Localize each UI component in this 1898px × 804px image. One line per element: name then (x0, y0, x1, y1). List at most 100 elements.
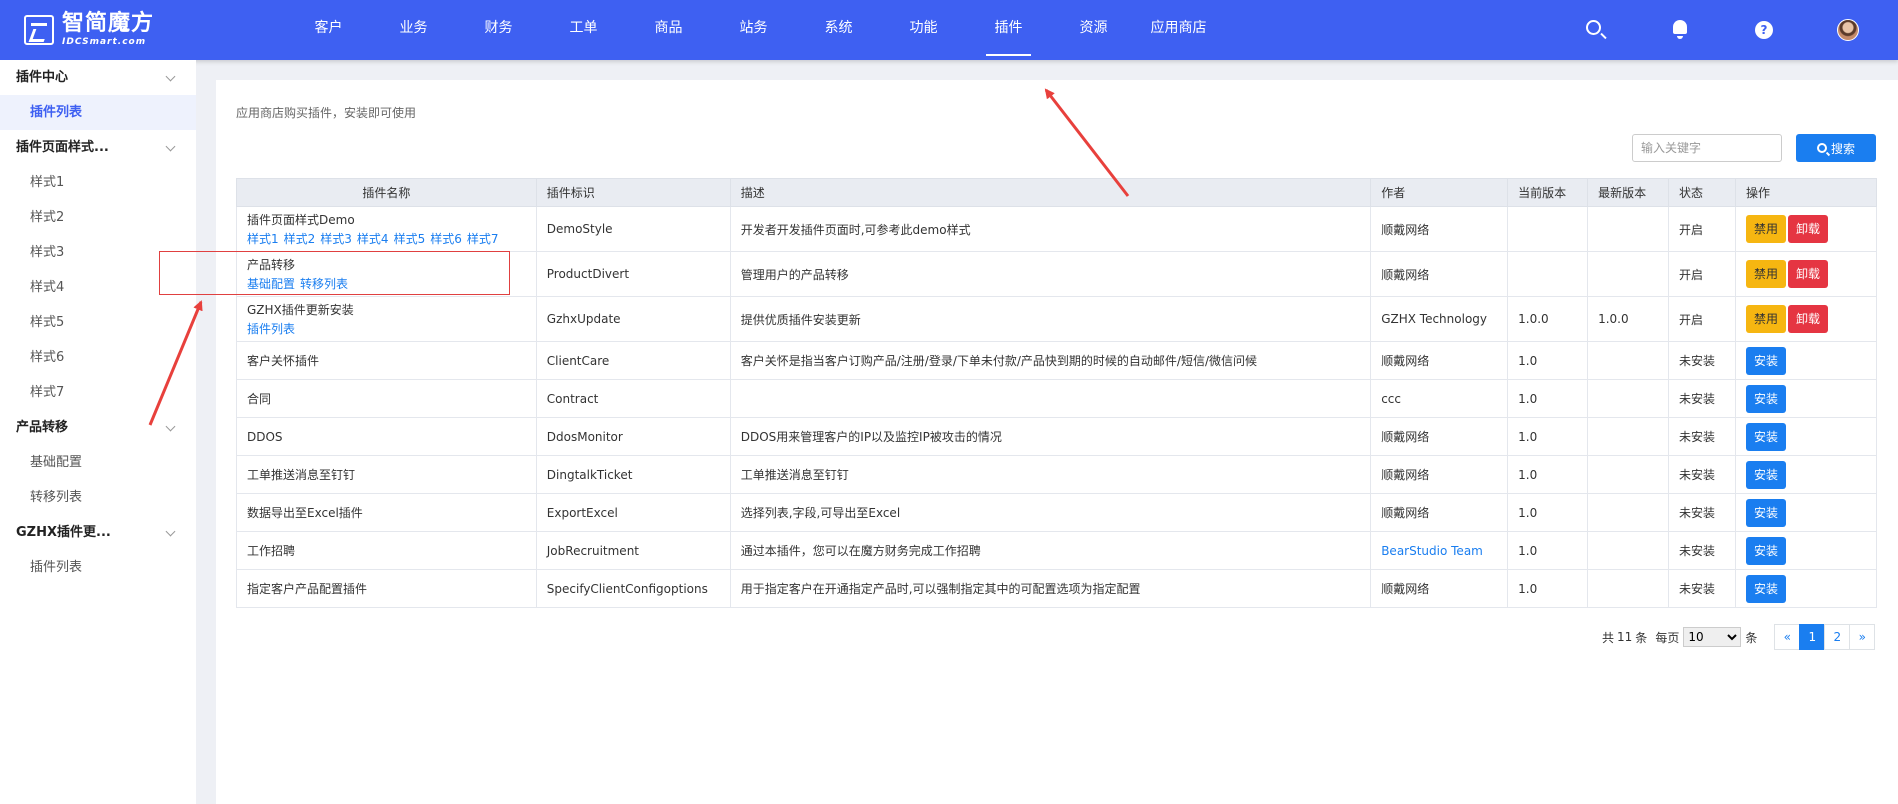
install-button[interactable]: 安装 (1746, 498, 1787, 527)
cell-author[interactable]: BearStudio Team (1370, 531, 1509, 570)
nav-item-5[interactable]: 站务 (711, 0, 796, 60)
sidebar-group[interactable]: 产品转移 (0, 410, 196, 445)
next-page-button[interactable]: » (1849, 624, 1876, 650)
cell-desc: DDOS用来管理客户的IP以及监控IP被攻击的情况 (729, 417, 1372, 456)
plugin-link[interactable]: 插件列表 (247, 322, 295, 336)
nav-item-0[interactable]: 客户 (286, 0, 371, 60)
plugin-link[interactable]: 样式7 (467, 232, 499, 246)
sidebar-item[interactable]: 基础配置 (0, 445, 196, 480)
cell-current-version (1507, 206, 1589, 252)
search-button-label: 搜索 (1830, 141, 1855, 156)
page-1-button[interactable]: 1 (1799, 624, 1826, 650)
install-button[interactable]: 安装 (1746, 346, 1787, 375)
main-nav: 客户 业务 财务 工单 商品 站务 系统 功能 插件 资源 应用商店 (286, 0, 1221, 60)
sidebar-group[interactable]: 插件中心 (0, 60, 196, 95)
nav-item-2[interactable]: 财务 (456, 0, 541, 60)
cell-author: 顺戴网络 (1370, 569, 1509, 608)
nav-item-6[interactable]: 系统 (796, 0, 881, 60)
cell-name: 数据导出至Excel插件 (236, 493, 537, 532)
nav-item-8[interactable]: 插件 (966, 0, 1051, 60)
disable-button[interactable]: 禁用 (1746, 305, 1787, 333)
nav-item-3[interactable]: 工单 (541, 0, 626, 60)
plugin-name: 合同 (247, 392, 272, 406)
cell-status: 未安装 (1668, 569, 1736, 608)
sidebar-group-label: 插件页面样式... (16, 140, 109, 155)
sidebar-item[interactable]: 样式2 (0, 200, 196, 235)
cell-name: DDOS (236, 417, 537, 456)
nav-item-9[interactable]: 资源 (1051, 0, 1136, 60)
plugin-link[interactable]: 样式6 (430, 232, 462, 246)
per-page-select[interactable]: 10 (1683, 627, 1742, 647)
bell-icon[interactable] (1666, 16, 1694, 44)
search-button[interactable]: 搜索 (1796, 134, 1876, 162)
cell-actions: 安装 (1735, 417, 1877, 456)
cell-actions: 禁用 卸载 (1735, 206, 1877, 252)
uninstall-button[interactable]: 卸载 (1788, 305, 1829, 333)
install-button[interactable]: 安装 (1746, 574, 1787, 603)
install-button[interactable]: 安装 (1746, 384, 1787, 413)
install-button[interactable]: 安装 (1746, 422, 1787, 451)
search-icon[interactable] (1582, 16, 1610, 44)
search-input[interactable] (1632, 134, 1782, 162)
cell-id: ClientCare (535, 341, 731, 380)
cell-author: 顺戴网络 (1370, 251, 1509, 297)
sidebar-item[interactable]: 样式7 (0, 375, 196, 410)
plugin-link[interactable]: 样式3 (320, 232, 352, 246)
install-button[interactable]: 安装 (1746, 536, 1787, 565)
table-row: DDOS DdosMonitor DDOS用来管理客户的IP以及监控IP被攻击的情况… (236, 417, 1877, 456)
cell-desc: 开发者开发插件页面时,可参考此demo样式 (729, 206, 1372, 252)
disable-button[interactable]: 禁用 (1746, 260, 1787, 288)
cell-latest-version: 1.0.0 (1587, 296, 1670, 342)
search-icon (1816, 143, 1827, 153)
sidebar-group-label: 产品转移 (16, 420, 69, 435)
cell-name: GZHX插件更新安装 插件列表 (236, 296, 537, 342)
cell-name: 工作招聘 (236, 531, 537, 570)
cell-actions: 安装 (1735, 455, 1877, 494)
cell-desc: 选择列表,字段,可导出至Excel (729, 493, 1372, 532)
avatar[interactable] (1834, 16, 1862, 44)
plugin-link[interactable]: 样式2 (284, 232, 316, 246)
install-button[interactable]: 安装 (1746, 460, 1787, 489)
nav-item-1[interactable]: 业务 (371, 0, 456, 60)
cell-desc: 提供优质插件安装更新 (729, 296, 1372, 342)
nav-item-4[interactable]: 商品 (626, 0, 711, 60)
help-icon[interactable]: ? (1750, 16, 1778, 44)
uninstall-button[interactable]: 卸载 (1788, 260, 1829, 288)
cell-status: 未安装 (1668, 493, 1736, 532)
sidebar-item[interactable]: 样式6 (0, 340, 196, 375)
nav-item-7[interactable]: 功能 (881, 0, 966, 60)
sidebar-item[interactable]: 转移列表 (0, 480, 196, 515)
table-row: 客户关怀插件 ClientCare 客户关怀是指当客户订购产品/注册/登录/下单未付… (236, 341, 1877, 380)
sidebar-item[interactable]: 插件列表 (0, 95, 196, 130)
column-header: 作者 (1370, 178, 1509, 207)
plugin-link[interactable]: 样式1 (247, 232, 279, 246)
disable-button[interactable]: 禁用 (1746, 215, 1787, 243)
uninstall-button[interactable]: 卸载 (1788, 215, 1829, 243)
cell-status: 未安装 (1668, 531, 1736, 570)
sidebar-item[interactable]: 样式5 (0, 305, 196, 340)
sidebar-group[interactable]: GZHX插件更... (0, 515, 196, 550)
cell-id: Contract (535, 379, 731, 418)
table-row: 合同 Contract ccc 1.0 未安装 安装 (236, 379, 1877, 418)
cell-latest-version (1587, 531, 1670, 570)
plugin-name: DDOS (247, 429, 283, 444)
cell-latest-version (1587, 341, 1670, 380)
cell-status: 未安装 (1668, 455, 1736, 494)
page-2-button[interactable]: 2 (1824, 624, 1851, 650)
prev-page-button[interactable]: « (1774, 624, 1801, 650)
cell-latest-version (1587, 455, 1670, 494)
sidebar-group[interactable]: 插件页面样式... (0, 130, 196, 165)
column-header: 插件标识 (535, 178, 731, 207)
nav-item-10[interactable]: 应用商店 (1136, 0, 1221, 60)
cell-name: 插件页面样式Demo 样式1 样式2 样式3 样式4 样式5 样式6 样式7 (236, 206, 537, 252)
brand-logo[interactable]: 智简魔方 IDCSmart.com (24, 13, 154, 47)
sidebar-item[interactable]: 样式1 (0, 165, 196, 200)
plugin-name: 客户关怀插件 (247, 354, 320, 368)
cell-id: DingtalkTicket (535, 455, 731, 494)
cell-current-version: 1.0 (1507, 493, 1589, 532)
brand-sub: IDCSmart.com (62, 37, 147, 47)
cell-name: 合同 (236, 379, 537, 418)
plugin-link[interactable]: 样式5 (394, 232, 426, 246)
plugin-link[interactable]: 样式4 (357, 232, 389, 246)
sidebar-item[interactable]: 插件列表 (0, 550, 196, 585)
